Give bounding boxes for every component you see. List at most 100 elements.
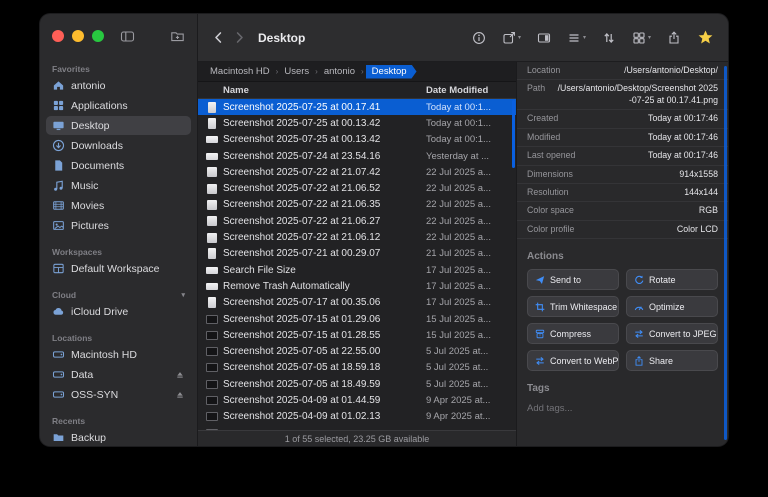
- action-button[interactable]: Convert to WebP: [527, 350, 619, 371]
- sidebar-item[interactable]: iCloud Drive: [46, 302, 191, 321]
- sidebar-item[interactable]: Default Workspace: [46, 259, 191, 278]
- action-button-label: Optimize: [649, 302, 685, 312]
- quick-actions-icon[interactable]: [697, 29, 714, 46]
- share-icon[interactable]: [667, 31, 681, 45]
- Screenshot 2025-07-25 at 00.17.41[interactable]: Screenshot 2025-07-25 at 00.17.41 Today …: [198, 99, 516, 115]
- sidebar-section-header: Locations ▾: [40, 331, 197, 344]
- sidebar-item[interactable]: Applications: [46, 96, 191, 115]
- file-thumbnail-icon: [206, 215, 218, 227]
- Screenshot 2025-07-05 at 18.59.18[interactable]: Screenshot 2025-07-05 at 18.59.18 5 Jul …: [198, 360, 516, 376]
- Screenshot 2025-07-17 at 00.35.06[interactable]: Screenshot 2025-07-17 at 00.35.06 17 Jul…: [198, 295, 516, 311]
- sidebar-item[interactable]: Movies: [46, 196, 191, 215]
- sidebar-item-label: Applications: [71, 100, 169, 112]
- minimize-button[interactable]: [72, 30, 84, 42]
- Screenshot 2025-07-21 at 00.29.07[interactable]: Screenshot 2025-07-21 at 00.29.07 21 Jul…: [198, 246, 516, 262]
- sidebar-item[interactable]: antonio: [46, 76, 191, 95]
- sidebar-section-label: Cloud: [52, 290, 76, 300]
- sidebar-item-label: iCloud Drive: [71, 306, 169, 318]
- info-icon[interactable]: [472, 31, 486, 45]
- sidebar-item[interactable]: Data: [46, 365, 191, 384]
- Screenshot 2025-07-22 at 21.06.27[interactable]: Screenshot 2025-07-22 at 21.06.27 22 Jul…: [198, 213, 516, 229]
- Screenshot 2025-07-22 at 21.07.42[interactable]: Screenshot 2025-07-22 at 21.07.42 22 Jul…: [198, 164, 516, 180]
- action-button[interactable]: Share: [626, 350, 718, 371]
- file-thumbnail-icon: [206, 378, 218, 390]
- Screenshot 2025-07-24 at 23.54.16[interactable]: Screenshot 2025-07-24 at 23.54.16 Yester…: [198, 148, 516, 164]
- file-thumbnail-icon: [206, 264, 218, 276]
- file-name: Screenshot 2025-07-25 at 00.13.42: [223, 134, 421, 145]
- file-thumbnail-icon: [206, 248, 218, 260]
- sidebar-item[interactable]: Music: [46, 176, 191, 195]
- open-with-icon[interactable]: ▾: [502, 31, 521, 45]
- sidebar-section-header: Recents ▾: [40, 414, 197, 427]
- breadcrumb-item[interactable]: Macintosh HD ›: [206, 65, 280, 78]
- action-button-label: Share: [649, 356, 673, 366]
- breadcrumb-label: Macintosh HD: [206, 65, 274, 78]
- breadcrumb-item[interactable]: antonio ›: [320, 65, 366, 78]
- sidebar-item[interactable]: OSS-SYN: [46, 385, 191, 404]
- list-scrollbar[interactable]: [512, 100, 515, 168]
- sidebar-section-label: Locations: [52, 333, 92, 343]
- breadcrumb-item[interactable]: Users ›: [280, 65, 319, 78]
- sidebar-toggle-icon[interactable]: [120, 29, 135, 44]
- Screenshot 2025-04-09 at 01.02.13[interactable]: Screenshot 2025-04-09 at 01.02.13 9 Apr …: [198, 409, 516, 425]
- Screenshot 2025-07-05 at 22.55.00[interactable]: Screenshot 2025-07-05 at 22.55.00 5 Jul …: [198, 343, 516, 359]
- Search File Size[interactable]: Search File Size 17 Jul 2025 a...: [198, 262, 516, 278]
- Screenshot 2025-07-22 at 21.06.12[interactable]: Screenshot 2025-07-22 at 21.06.12 22 Jul…: [198, 229, 516, 245]
- file-date-modified: 22 Jul 2025 a...: [426, 183, 508, 194]
- Screenshot 2025-07-15 at 01.28.55[interactable]: Screenshot 2025-07-15 at 01.28.55 15 Jul…: [198, 327, 516, 343]
- action-button[interactable]: Optimize: [626, 296, 718, 317]
- file-thumbnail-icon: [206, 134, 218, 146]
- group-view-icon[interactable]: ▾: [632, 31, 651, 45]
- column-date-modified[interactable]: Date Modified: [426, 85, 508, 96]
- file-name: Screenshot 2025-07-15 at 01.29.06: [223, 314, 421, 325]
- action-button[interactable]: Convert to JPEG: [626, 323, 718, 344]
- Screenshot 2025-07-25 at 00.13.42[interactable]: Screenshot 2025-07-25 at 00.13.42 Today …: [198, 115, 516, 131]
- close-button[interactable]: [52, 30, 64, 42]
- file-date-modified: Today at 00:1...: [426, 102, 508, 113]
- sort-icon[interactable]: [602, 31, 616, 45]
- file-thumbnail-icon: [206, 166, 218, 178]
- Screenshot 2025-07-22 at 21.06.52[interactable]: Screenshot 2025-07-22 at 21.06.52 22 Jul…: [198, 180, 516, 196]
- sidebar-item[interactable]: Backup: [46, 428, 191, 446]
- sidebar-item[interactable]: Pictures: [46, 216, 191, 235]
- action-button[interactable]: Compress: [527, 323, 619, 344]
- Screenshot 2025-07-25 at 00.13.42[interactable]: Screenshot 2025-07-25 at 00.13.42 Today …: [198, 132, 516, 148]
- sidebar-item-icon: [52, 179, 65, 192]
- forward-button[interactable]: [233, 31, 246, 44]
- new-folder-icon[interactable]: [170, 29, 185, 44]
- file-thumbnail-icon: [206, 297, 218, 309]
- file-thumbnail-icon: [206, 150, 218, 162]
- file-date-modified: 5 Jul 2025 at...: [426, 362, 508, 373]
- preview-pane-icon[interactable]: [537, 31, 551, 45]
- Screenshot 2025-07-15 at 01.29.06[interactable]: Screenshot 2025-07-15 at 01.29.06 15 Jul…: [198, 311, 516, 327]
- Screenshot 2025-07-05 at 18.49.59[interactable]: Screenshot 2025-07-05 at 18.49.59 5 Jul …: [198, 376, 516, 392]
- list-view-icon[interactable]: ▾: [567, 31, 586, 45]
- back-button[interactable]: [212, 31, 225, 44]
- Remove Trash Automatically[interactable]: Remove Trash Automatically 17 Jul 2025 a…: [198, 278, 516, 294]
- eject-icon[interactable]: [175, 370, 185, 380]
- file-date-modified: 5 Jul 2025 at...: [426, 379, 508, 390]
- [interactable]: [198, 425, 516, 430]
- Screenshot 2025-04-09 at 01.44.59[interactable]: Screenshot 2025-04-09 at 01.44.59 9 Apr …: [198, 392, 516, 408]
- info-field-value: Today at 00:17:46: [587, 150, 718, 161]
- file-date-modified: 21 Jul 2025 a...: [426, 248, 508, 259]
- sidebar-item-label: Data: [71, 369, 169, 381]
- sidebar-item[interactable]: Macintosh HD: [46, 345, 191, 364]
- breadcrumb-item[interactable]: Desktop ›: [366, 65, 417, 79]
- chevron-down-icon[interactable]: ▾: [181, 291, 185, 299]
- action-button[interactable]: Send to: [527, 269, 619, 290]
- sidebar-item[interactable]: Documents: [46, 156, 191, 175]
- Screenshot 2025-07-22 at 21.06.35[interactable]: Screenshot 2025-07-22 at 21.06.35 22 Jul…: [198, 197, 516, 213]
- file-name: Screenshot 2025-04-09 at 01.44.59: [223, 395, 421, 406]
- sidebar-item[interactable]: Downloads: [46, 136, 191, 155]
- chevron-separator-icon: ›: [315, 67, 318, 76]
- file-date-modified: 17 Jul 2025 a...: [426, 297, 508, 308]
- column-name[interactable]: Name: [206, 85, 426, 96]
- inspector-scrollbar[interactable]: [724, 66, 727, 440]
- tags-input[interactable]: [527, 403, 718, 414]
- sidebar-item[interactable]: Desktop: [46, 116, 191, 135]
- action-button[interactable]: Rotate: [626, 269, 718, 290]
- eject-icon[interactable]: [175, 390, 185, 400]
- zoom-button[interactable]: [92, 30, 104, 42]
- action-button[interactable]: Trim Whitespace: [527, 296, 619, 317]
